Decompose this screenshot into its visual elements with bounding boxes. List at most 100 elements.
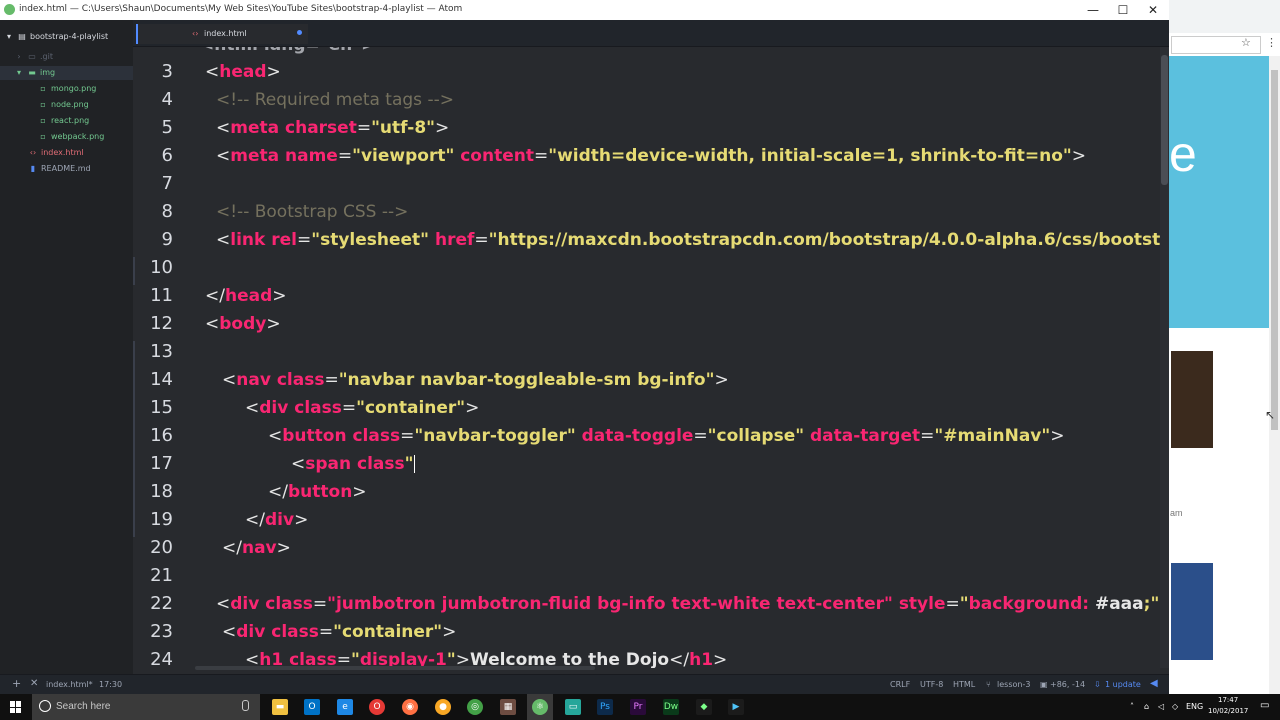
microphone-icon[interactable] — [242, 700, 249, 711]
code-token: content — [460, 146, 534, 166]
code-line[interactable]: </div> — [245, 510, 308, 530]
language-indicator[interactable]: ENG — [1186, 702, 1203, 711]
code-line[interactable]: <head> — [205, 62, 281, 82]
tree-item-index[interactable]: ‹› index.html — [28, 146, 84, 160]
taskbar-search[interactable]: Search here — [32, 694, 260, 720]
line-number: 17 — [150, 453, 173, 474]
code-line[interactable]: <div class="jumbotron jumbotron-fluid bg… — [216, 594, 1160, 614]
firefox-icon[interactable]: ◉ — [402, 699, 418, 715]
tab-index-html[interactable]: ‹› index.html — [136, 24, 308, 44]
chrome-icon[interactable]: ◎ — [467, 699, 483, 715]
dropbox-icon[interactable]: ◇ — [1172, 702, 1178, 711]
tab-label: index.html — [204, 29, 247, 38]
code-token: < — [216, 230, 231, 250]
photoshop-icon[interactable]: Ps — [597, 699, 613, 715]
code-token: #aaa — [1094, 594, 1144, 614]
notification-icon[interactable]: ▭ — [1260, 700, 1269, 711]
code-token: div — [230, 594, 266, 614]
code-line[interactable]: <meta charset="utf-8"> — [216, 118, 449, 138]
code-line[interactable]: <link rel="stylesheet" href="https://max… — [216, 230, 1160, 250]
horizontal-scrollbar[interactable] — [195, 666, 595, 670]
start-button[interactable] — [0, 694, 32, 720]
premiere-icon[interactable]: Pr — [630, 699, 646, 715]
partial-top-line: <html lang="en"> — [200, 47, 375, 55]
git-gutter-marker — [133, 341, 135, 537]
code-line[interactable]: <button class="navbar-toggler" data-togg… — [268, 426, 1064, 446]
status-update[interactable]: 1 update — [1105, 680, 1141, 689]
app-icon[interactable]: ▦ — [500, 699, 516, 715]
menu-dots-icon[interactable]: ⋮ — [1266, 36, 1277, 49]
terminal-icon[interactable]: ▭ — [565, 699, 581, 715]
megaphone-icon[interactable]: ◀ — [1150, 678, 1158, 689]
code-line[interactable]: <div class="container"> — [245, 398, 479, 418]
status-branch[interactable]: lesson-3 — [997, 680, 1030, 689]
code-line[interactable]: <meta name="viewport" content="width=dev… — [216, 146, 1086, 166]
status-file[interactable]: index.html* — [46, 680, 93, 689]
code-token: > — [352, 482, 367, 502]
node-icon[interactable]: ◆ — [696, 699, 712, 715]
tree-item-webpack[interactable]: ▫ webpack.png — [38, 130, 104, 144]
code-file-icon: ‹› — [192, 29, 199, 38]
scrollbar-thumb[interactable] — [1161, 55, 1168, 185]
tree-item-node[interactable]: ▫ node.png — [38, 98, 88, 112]
maximize-button[interactable]: ☐ — [1108, 2, 1138, 18]
tree-project-label: bootstrap-4-playlist — [30, 32, 109, 41]
code-line[interactable]: <!-- Required meta tags --> — [216, 90, 454, 110]
opera-icon[interactable]: O — [369, 699, 385, 715]
browser-scrollbar-thumb[interactable] — [1271, 70, 1278, 430]
powershell-icon[interactable]: ▶ — [728, 699, 744, 715]
chevron-right-icon: › — [17, 52, 21, 61]
file-explorer-icon[interactable]: ▬ — [272, 699, 288, 715]
dreamweaver-icon[interactable]: Dw — [663, 699, 679, 715]
tree-item-img[interactable]: ▾ ▬ img — [14, 66, 55, 80]
tree-item-mongo[interactable]: ▫ mongo.png — [38, 82, 96, 96]
add-icon[interactable]: + — [12, 677, 21, 690]
tree-item-react[interactable]: ▫ react.png — [38, 114, 89, 128]
code-line[interactable]: <!-- Bootstrap CSS --> — [216, 202, 408, 222]
code-token: <!-- Required meta tags --> — [216, 90, 454, 110]
code-line[interactable]: <body> — [205, 314, 281, 334]
editor-scrollbar[interactable] — [1160, 47, 1169, 668]
status-line-ending[interactable]: CRLF — [890, 680, 910, 689]
close-button[interactable]: ✕ — [1138, 2, 1168, 18]
volume-icon[interactable]: ◁ — [1158, 702, 1164, 711]
chevron-up-icon[interactable]: ˄ — [1130, 702, 1134, 711]
outlook-icon[interactable]: O — [304, 699, 320, 715]
tree-item-readme[interactable]: ▮ README.md — [28, 162, 91, 176]
code-line[interactable]: </button> — [268, 482, 367, 502]
code-token: "jumbotron jumbotron-fluid bg-info text-… — [327, 594, 899, 614]
clock-date[interactable]: 10/02/2017 — [1208, 707, 1248, 715]
code-token: </ — [222, 538, 242, 558]
minimize-button[interactable]: — — [1078, 2, 1108, 18]
content-text-fragment: am — [1170, 508, 1183, 518]
code-token: > — [465, 398, 480, 418]
code-line[interactable]: </head> — [205, 286, 287, 306]
code-line[interactable]: <div class="container"> — [222, 622, 456, 642]
title-bar: index.html — C:\Users\Shaun\Documents\My… — [0, 0, 1169, 20]
hero-jumbotron — [1169, 56, 1269, 328]
star-icon[interactable]: ☆ — [1241, 36, 1251, 49]
tree-item-git[interactable]: › ▭ .git — [14, 50, 53, 64]
status-cursor-position[interactable]: 17:30 — [99, 680, 122, 689]
code-editor[interactable]: <html lang="en"> 3<head>4<!-- Required m… — [133, 47, 1160, 668]
text-cursor — [413, 455, 415, 473]
status-grammar[interactable]: HTML — [953, 680, 975, 689]
code-line[interactable]: <nav class="navbar navbar-toggleable-sm … — [222, 370, 729, 390]
close-icon[interactable]: ✕ — [30, 678, 38, 689]
status-encoding[interactable]: UTF-8 — [920, 680, 943, 689]
status-diff[interactable]: +86, -14 — [1050, 680, 1085, 689]
atom-icon[interactable]: ⚛ — [532, 699, 548, 715]
network-icon[interactable]: ⌂ — [1144, 702, 1149, 711]
code-line[interactable]: <span class" — [291, 454, 415, 474]
code-line[interactable]: </nav> — [222, 538, 291, 558]
code-token: = — [337, 146, 353, 166]
folder-icon: ▬ — [28, 68, 36, 77]
line-number: 20 — [150, 537, 173, 558]
code-token: h1 — [689, 650, 714, 668]
content-image — [1171, 563, 1213, 660]
image-file-icon: ▫ — [40, 116, 46, 125]
clock-time[interactable]: 17:47 — [1218, 696, 1238, 704]
tree-project-root[interactable]: ▾ ▤ bootstrap-4-playlist — [4, 30, 108, 44]
app-icon[interactable]: ● — [435, 699, 451, 715]
edge-icon[interactable]: e — [337, 699, 353, 715]
